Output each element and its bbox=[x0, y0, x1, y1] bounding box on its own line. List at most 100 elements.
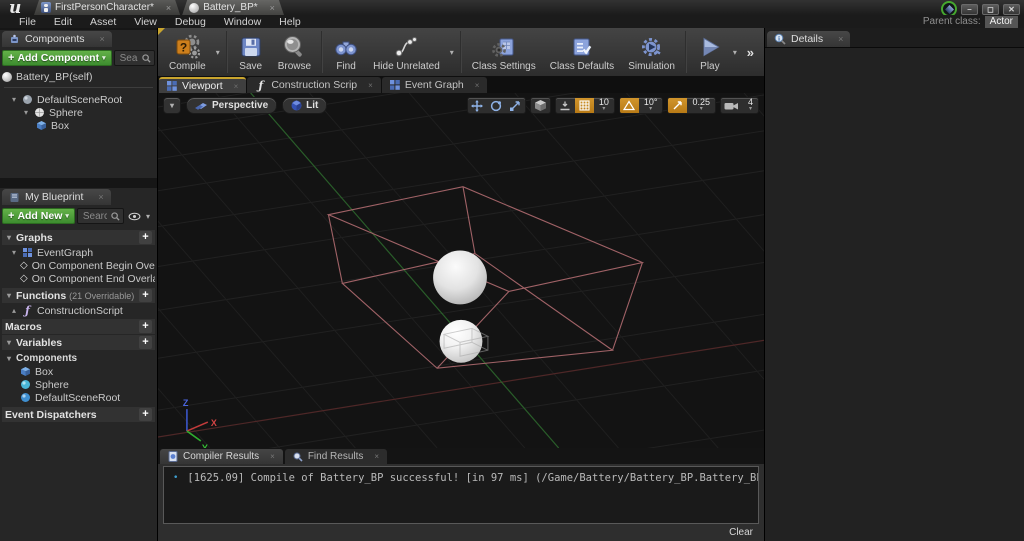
menu-help[interactable]: Help bbox=[270, 16, 310, 28]
expander-icon[interactable]: ▾ bbox=[5, 291, 13, 300]
add-graph-button[interactable]: + bbox=[139, 231, 152, 244]
close-panel-icon[interactable]: × bbox=[100, 34, 105, 44]
sphere-mesh-large[interactable] bbox=[433, 251, 487, 305]
close-tab-icon[interactable]: × bbox=[270, 452, 275, 461]
play-button[interactable]: Play bbox=[690, 30, 730, 74]
simulation-button[interactable]: Simulation bbox=[621, 30, 682, 74]
minimize-button[interactable]: – bbox=[961, 4, 978, 15]
add-dispatcher-button[interactable]: + bbox=[139, 408, 152, 421]
close-tab-icon[interactable]: × bbox=[374, 452, 379, 461]
expander-icon[interactable]: ▾ bbox=[5, 233, 13, 242]
tab-components[interactable]: Components × bbox=[2, 31, 112, 47]
add-macro-button[interactable]: + bbox=[139, 320, 152, 333]
close-tab-icon[interactable]: × bbox=[270, 3, 275, 13]
tree-row-sphere[interactable]: ▾ Sphere bbox=[2, 106, 155, 119]
menu-file[interactable]: File bbox=[10, 16, 45, 28]
hide-unrelated-chevron-icon[interactable]: ▾ bbox=[450, 48, 454, 57]
viewport-3d[interactable]: Z X Y ▾ Perspective Lit bbox=[158, 93, 764, 448]
section-macros[interactable]: Macros + bbox=[2, 319, 155, 334]
tab-details[interactable]: i Details × bbox=[767, 31, 850, 47]
close-tab-icon[interactable]: × bbox=[166, 3, 171, 13]
list-item-var-root[interactable]: DefaultSceneRoot bbox=[2, 391, 155, 404]
toolbar-overflow-button[interactable]: » bbox=[747, 45, 760, 60]
expander-icon[interactable]: ▾ bbox=[5, 338, 13, 347]
asset-tab-battery-bp[interactable]: Battery_BP* × bbox=[182, 0, 284, 15]
perspective-button[interactable]: Perspective bbox=[186, 97, 277, 114]
section-graphs[interactable]: ▾ Graphs + bbox=[2, 230, 155, 245]
subsection-components[interactable]: ▾ Components bbox=[2, 352, 155, 365]
expander-icon[interactable]: ▾ bbox=[5, 354, 13, 363]
close-tab-icon[interactable]: × bbox=[234, 82, 239, 91]
section-functions[interactable]: ▾ Functions (21 Overridable) + bbox=[2, 288, 155, 303]
list-item-constructionscript[interactable]: ▴ ƒ ConstructionScript bbox=[2, 304, 155, 317]
tab-event-graph[interactable]: Event Graph × bbox=[382, 77, 488, 93]
rotation-snap-toggle[interactable] bbox=[620, 98, 639, 113]
play-options-chevron-icon[interactable]: ▾ bbox=[733, 48, 737, 57]
surface-snap-button[interactable] bbox=[556, 98, 575, 113]
maximize-button[interactable]: ◻ bbox=[982, 4, 999, 15]
menu-edit[interactable]: Edit bbox=[45, 16, 81, 28]
visibility-filter-button[interactable]: ▾ bbox=[126, 212, 155, 221]
close-window-button[interactable]: ✕ bbox=[1003, 4, 1020, 15]
tab-my-blueprint[interactable]: My Blueprint × bbox=[2, 189, 111, 205]
add-variable-button[interactable]: + bbox=[139, 336, 152, 349]
menu-asset[interactable]: Asset bbox=[81, 16, 125, 28]
class-defaults-button[interactable]: Class Defaults bbox=[543, 30, 621, 74]
find-button[interactable]: Find bbox=[326, 30, 366, 74]
list-item-eventgraph[interactable]: ▾ EventGraph bbox=[2, 246, 155, 259]
my-blueprint-search[interactable] bbox=[77, 208, 124, 224]
menu-view[interactable]: View bbox=[125, 16, 166, 28]
save-button[interactable]: Save bbox=[231, 30, 271, 74]
scale-tool-button[interactable] bbox=[506, 98, 525, 113]
camera-speed-button[interactable] bbox=[721, 98, 743, 113]
menu-window[interactable]: Window bbox=[215, 16, 270, 28]
class-settings-button[interactable]: Class Settings bbox=[465, 30, 543, 74]
tab-construction-script[interactable]: ƒ Construction Scrip × bbox=[247, 77, 380, 93]
close-tab-icon[interactable]: × bbox=[475, 81, 480, 90]
viewport-options-button[interactable]: ▾ bbox=[163, 97, 181, 114]
viewport-canvas[interactable]: Z X Y bbox=[158, 93, 764, 448]
coordinate-space-button[interactable] bbox=[531, 98, 550, 113]
parent-class-link[interactable]: Actor bbox=[985, 16, 1018, 28]
components-search[interactable] bbox=[114, 50, 155, 66]
asset-tab-firstpersoncharacter[interactable]: FirstPersonCharacter* × bbox=[34, 0, 180, 15]
list-item-end-overlap[interactable]: ◇ On Component End Overlap ( bbox=[2, 272, 155, 285]
close-panel-icon[interactable]: × bbox=[98, 192, 103, 202]
add-component-button[interactable]: + Add Component ▾ bbox=[2, 50, 112, 66]
list-item-begin-overlap[interactable]: ◇ On Component Begin Overlap bbox=[2, 259, 155, 272]
tree-row-self[interactable]: Battery_BP(self) bbox=[2, 70, 155, 83]
tree-row-box[interactable]: Box bbox=[2, 119, 155, 132]
translate-tool-button[interactable] bbox=[468, 98, 487, 113]
grid-snap-toggle[interactable] bbox=[575, 98, 594, 113]
close-panel-icon[interactable]: × bbox=[838, 34, 843, 44]
scale-snap-toggle[interactable] bbox=[668, 98, 687, 113]
my-blueprint-search-input[interactable] bbox=[81, 210, 109, 223]
list-item-var-sphere[interactable]: Sphere bbox=[2, 378, 155, 391]
close-tab-icon[interactable]: × bbox=[368, 81, 373, 90]
add-function-button[interactable]: + bbox=[139, 289, 152, 302]
add-new-button[interactable]: + Add New ▾ bbox=[2, 208, 75, 224]
clear-log-button[interactable]: Clear bbox=[729, 527, 753, 538]
rotate-tool-button[interactable] bbox=[487, 98, 506, 113]
tab-find-results[interactable]: Find Results × bbox=[285, 449, 387, 464]
tab-viewport[interactable]: Viewport × bbox=[159, 77, 246, 93]
compile-button[interactable]: ? Compile bbox=[162, 30, 213, 74]
grid-snap-value[interactable]: 10▾ bbox=[594, 98, 614, 113]
hide-unrelated-button[interactable]: Hide Unrelated bbox=[366, 30, 447, 74]
lit-mode-button[interactable]: Lit bbox=[282, 97, 327, 114]
tree-row-defaultsceneroot[interactable]: ▾ DefaultSceneRoot bbox=[2, 93, 155, 106]
list-item-var-box[interactable]: Box bbox=[2, 365, 155, 378]
expander-icon[interactable]: ▾ bbox=[10, 95, 18, 104]
components-search-input[interactable] bbox=[118, 52, 140, 65]
scale-snap-value[interactable]: 0.25▾ bbox=[687, 98, 715, 113]
section-variables[interactable]: ▾ Variables + bbox=[2, 335, 155, 350]
menu-debug[interactable]: Debug bbox=[166, 16, 215, 28]
compile-options-chevron-icon[interactable]: ▾ bbox=[216, 48, 220, 57]
rotation-snap-value[interactable]: 10°▾ bbox=[639, 98, 663, 113]
expander-icon[interactable]: ▾ bbox=[10, 248, 18, 257]
camera-speed-value[interactable]: 4▾ bbox=[743, 98, 758, 113]
compiler-log[interactable]: • [1625.09] Compile of Battery_BP succes… bbox=[163, 466, 759, 524]
browse-button[interactable]: Browse bbox=[271, 30, 318, 74]
tab-compiler-results[interactable]: Compiler Results × bbox=[160, 449, 283, 464]
section-event-dispatchers[interactable]: Event Dispatchers + bbox=[2, 407, 155, 422]
